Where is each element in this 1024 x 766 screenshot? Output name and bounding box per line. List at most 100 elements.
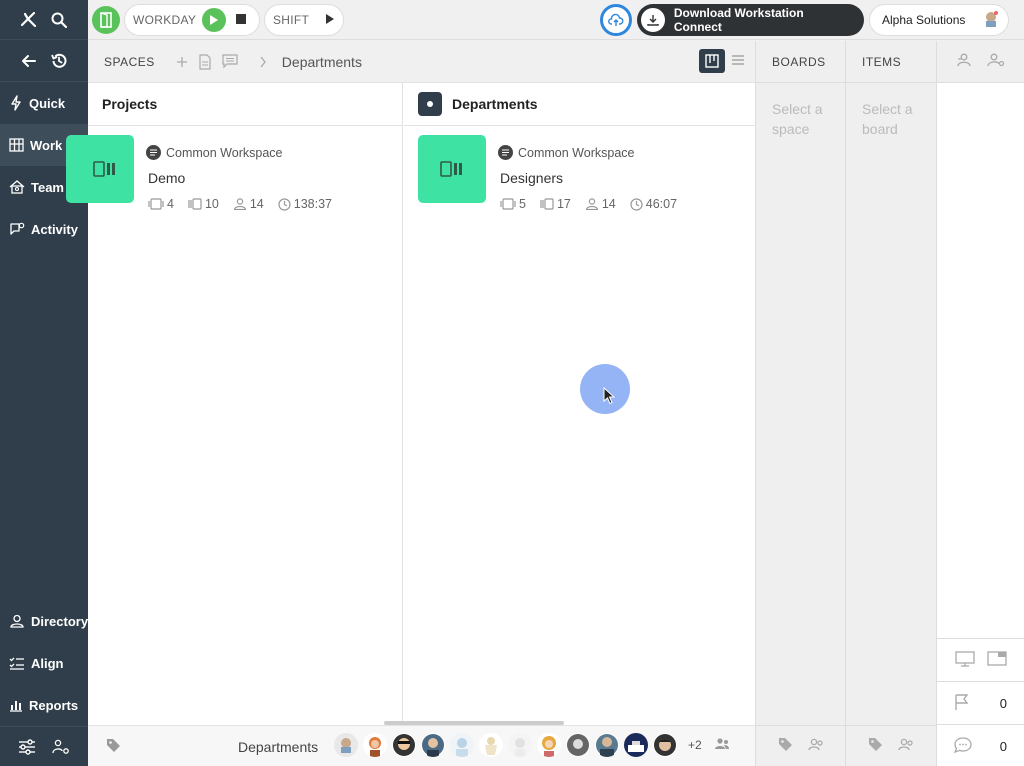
avatar[interactable] — [537, 733, 561, 757]
logo-icon[interactable] — [20, 11, 38, 29]
workday-stop-button[interactable] — [236, 13, 247, 27]
activity-icon — [10, 222, 25, 235]
projects-column: Projects Common Workspace Demo 4 10 14 1… — [66, 83, 403, 723]
more-members-count[interactable]: +2 — [688, 738, 702, 752]
search-icon[interactable] — [50, 11, 68, 29]
user-settings-icon[interactable] — [52, 739, 70, 755]
board-columns-icon — [93, 161, 115, 177]
avatar[interactable] — [479, 733, 503, 757]
bottom-space-label: Departments — [238, 739, 319, 755]
time-tracked: 46:07 — [630, 197, 677, 211]
sidebar-item-quick[interactable]: Quick — [0, 82, 88, 124]
space-stats: 5 17 14 46:07 — [500, 197, 691, 211]
workspace-tag: Common Workspace — [498, 145, 634, 160]
avatar[interactable] — [566, 733, 590, 757]
sidebar-item-directory[interactable]: Directory — [0, 600, 88, 642]
sidebar-item-label: Quick — [29, 95, 66, 111]
history-icon[interactable] — [50, 52, 68, 70]
document-icon[interactable] — [198, 53, 212, 70]
workday-control: WORKDAY — [124, 4, 260, 36]
boards-panel-footer — [756, 725, 845, 766]
monitor-icon[interactable] — [955, 650, 975, 670]
members-icon[interactable] — [714, 737, 730, 754]
sidebar-item-label: Directory — [31, 613, 89, 629]
list-view-button[interactable] — [731, 54, 745, 69]
workday-play-button[interactable] — [202, 8, 227, 32]
rail-header — [937, 41, 1024, 83]
space-card-demo[interactable]: Common Workspace Demo 4 10 14 138:37 — [66, 135, 408, 211]
assign-user-icon[interactable] — [956, 53, 974, 70]
user-settings-icon[interactable] — [987, 53, 1005, 70]
add-icon[interactable] — [176, 56, 188, 68]
avatar[interactable] — [450, 733, 474, 757]
members-icon[interactable] — [807, 738, 824, 755]
comment-icon[interactable] — [222, 54, 238, 69]
kanban-view-button[interactable] — [699, 49, 725, 73]
sidebar-item-label: Reports — [29, 697, 79, 713]
avatar[interactable] — [508, 733, 532, 757]
time-tracked: 138:37 — [278, 197, 332, 211]
tag-icon[interactable] — [778, 737, 793, 755]
workspace-icon — [146, 145, 161, 160]
board-icon — [9, 138, 24, 152]
rail-view-row — [937, 638, 1024, 681]
items-icon — [540, 198, 554, 210]
avatar[interactable] — [392, 733, 416, 757]
play-icon — [210, 15, 219, 25]
avatar[interactable] — [595, 733, 619, 757]
board-columns-icon — [440, 161, 462, 177]
tag-icon[interactable] — [868, 737, 883, 755]
download-connect-button[interactable]: Download Workstation Connect — [637, 4, 864, 36]
avatar[interactable] — [624, 733, 648, 757]
avatar[interactable] — [363, 733, 387, 757]
breadcrumb[interactable]: Departments — [282, 54, 362, 70]
chevron-right-icon — [259, 56, 267, 68]
workspace-icon — [498, 145, 513, 160]
organization-logo-icon — [982, 9, 1000, 32]
door-button[interactable] — [92, 6, 120, 34]
sidebar-item-label: Work — [30, 137, 63, 153]
directory-icon — [10, 614, 24, 628]
sidebar-item-align[interactable]: Align — [0, 642, 88, 684]
boards-count: 4 — [148, 197, 174, 211]
members-icon[interactable] — [898, 738, 914, 755]
tag-icon[interactable] — [106, 738, 121, 753]
organization-switcher[interactable]: Alpha Solutions — [869, 4, 1009, 36]
avatar[interactable] — [334, 733, 358, 757]
clock-icon — [630, 197, 643, 211]
sidebar-item-reports[interactable]: Reports — [0, 684, 88, 726]
shift-play-button[interactable] — [325, 13, 335, 28]
download-icon — [641, 8, 665, 32]
clock-icon — [278, 197, 291, 211]
sliders-icon[interactable] — [18, 738, 36, 755]
avatar[interactable] — [653, 733, 677, 757]
items-panel-title: ITEMS — [846, 41, 936, 83]
sidebar-nav-history — [0, 40, 88, 82]
comments-count: 0 — [999, 738, 1007, 754]
boards-panel-hint: Select a space — [772, 101, 823, 137]
rail-flags-row[interactable]: 0 — [937, 681, 1024, 724]
team-icon — [9, 180, 25, 194]
boards-count: 5 — [500, 197, 526, 211]
rail-comments-row[interactable]: 0 — [937, 724, 1024, 766]
sidebar-bottom: Directory Align Reports — [0, 600, 88, 766]
organization-name: Alpha Solutions — [882, 13, 966, 27]
space-card-designers[interactable]: Common Workspace Designers 5 17 14 46:07 — [404, 135, 724, 211]
window-icon[interactable] — [987, 651, 1007, 669]
back-arrow-icon[interactable] — [21, 53, 37, 69]
sidebar-item-activity[interactable]: Activity — [0, 208, 88, 250]
member-avatars: +2 — [334, 733, 730, 757]
space-name: Designers — [500, 170, 564, 186]
bolt-icon — [11, 95, 21, 111]
right-rail: 0 0 — [936, 41, 1024, 766]
dot-icon — [418, 92, 442, 116]
avatar[interactable] — [421, 733, 445, 757]
sidebar-item-label: Team — [31, 179, 64, 195]
bottom-bar: Departments +2 — [88, 725, 755, 766]
sidebar-item-label: Align — [31, 655, 64, 671]
projects-column-header: Projects — [88, 83, 402, 126]
sync-button[interactable] — [600, 4, 632, 36]
flag-icon — [953, 693, 971, 714]
sidebar-tools — [0, 726, 88, 766]
spaces-label: SPACES — [104, 54, 155, 69]
